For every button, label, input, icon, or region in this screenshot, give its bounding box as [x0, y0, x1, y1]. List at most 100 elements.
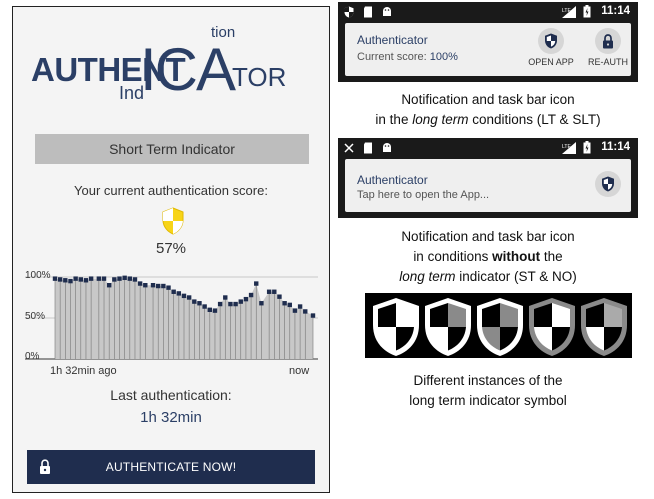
open-app-action[interactable]: OPEN APP — [521, 28, 581, 67]
chart-point — [217, 301, 223, 307]
notification-subtitle: Tap here to open the App... — [357, 189, 490, 201]
signal-icon: LTE — [562, 6, 576, 18]
chart-point — [266, 289, 272, 294]
chart-point — [287, 302, 292, 308]
chart-point — [186, 295, 192, 300]
last-authentication-value: 1h 32min — [140, 409, 202, 426]
chart-point — [238, 299, 243, 304]
score-prefix: Current score: — [357, 51, 427, 63]
score-number: 100% — [429, 51, 458, 63]
chart-point — [127, 276, 133, 281]
caption-text: conditions (LT & SLT) — [472, 112, 601, 127]
chart-point — [223, 295, 228, 300]
chart-point — [117, 276, 122, 281]
shield-status-icon — [344, 6, 354, 18]
authenticate-now-button[interactable]: AUTHENTICATE NOW! — [27, 450, 315, 484]
chart-point — [282, 301, 287, 306]
chart-point — [83, 278, 89, 283]
short-term-indicator-bar: Short Term Indicator — [35, 134, 309, 164]
x-label-start: 1h 32min ago — [50, 365, 117, 377]
chart-point — [57, 277, 63, 282]
battery-icon — [583, 5, 591, 18]
chart-point — [88, 276, 94, 281]
caption-line: long term indicator symbol — [409, 393, 567, 408]
score-label: Your current authentication score: — [74, 183, 268, 198]
chart-point — [78, 277, 83, 282]
shield-icon — [538, 28, 564, 54]
caption-text: indicator (ST & NO) — [459, 269, 577, 284]
svg-text:LTE: LTE — [562, 8, 571, 14]
caption-line: long term indicator (ST & NO) — [338, 267, 638, 287]
shield-icon — [162, 207, 184, 235]
chart-point — [166, 285, 171, 290]
chart-point — [277, 294, 282, 299]
caption-bold: without — [492, 249, 541, 264]
score-value: 57% — [155, 240, 187, 257]
re-auth-action[interactable]: RE-AUTH — [583, 28, 633, 67]
chart-point — [254, 281, 259, 286]
caption-long-term: Notification and task bar icon in the lo… — [338, 90, 638, 130]
chart-point — [161, 283, 166, 289]
chart-point — [212, 308, 218, 313]
chart-point — [207, 307, 212, 312]
android-icon — [383, 7, 391, 16]
shield-icon — [477, 298, 523, 356]
notification-subtitle: Current score: 100% — [357, 51, 458, 63]
status-time: 11:14 — [601, 141, 630, 153]
caption-text: in the — [375, 112, 409, 127]
app-screen: AUTHENT ICA TOR tion Ind Short Term Indi… — [12, 6, 330, 493]
chart-point — [171, 289, 176, 294]
chart-point — [292, 308, 298, 313]
caption-line: in the long term conditions (LT & SLT) — [338, 110, 638, 130]
y-label-100: 100% — [25, 270, 51, 281]
logo-superscript: tion — [211, 24, 236, 41]
notification-title: Authenticator — [357, 33, 428, 47]
caption-symbols: Different instances of the long term ind… — [338, 371, 638, 411]
logo-subscript: Ind — [119, 83, 145, 103]
chart-point — [192, 299, 197, 304]
chart-point — [96, 276, 102, 281]
chart-point — [243, 296, 249, 302]
android-icon — [383, 143, 391, 152]
close-icon — [344, 143, 354, 153]
chart-point — [156, 283, 161, 289]
caption-emphasis: long term — [412, 112, 469, 127]
chart-point — [68, 278, 73, 284]
y-label-50: 50% — [25, 311, 45, 322]
caption-emphasis: long term — [399, 269, 456, 284]
chart-point — [259, 301, 264, 306]
signal-icon: LTE — [562, 142, 576, 154]
open-app-label: OPEN APP — [528, 57, 574, 67]
status-bar: LTE 11:14 — [338, 138, 638, 158]
lock-icon — [595, 28, 621, 54]
re-auth-label: RE-AUTH — [588, 57, 628, 67]
notification-card[interactable]: Authenticator Tap here to open the App..… — [345, 159, 631, 212]
notification-card[interactable]: Authenticator Current score: 100% OPEN A… — [345, 23, 631, 76]
chart-point — [272, 289, 277, 294]
chart-point — [150, 283, 156, 288]
lock-icon — [40, 459, 50, 474]
logo-part-tor: TOR — [232, 62, 287, 92]
app-logo: AUTHENT ICA TOR tion Ind — [13, 7, 329, 117]
chart-point — [122, 275, 127, 281]
chart-point — [106, 283, 112, 288]
svg-text:LTE: LTE — [562, 144, 571, 150]
notification-title: Authenticator — [357, 173, 428, 187]
sd-card-icon — [364, 6, 372, 18]
open-app-action[interactable] — [593, 171, 623, 200]
logo-part-ica: ICA — [140, 36, 236, 103]
caption-line: in conditions without the — [338, 247, 638, 267]
chart-point — [137, 281, 143, 286]
long-term-notification-screenshot: LTE 11:14 Authenticator Current score: 1… — [338, 2, 638, 82]
chart-point — [233, 301, 238, 307]
score-history-chart: 100% 50% 0% 1h 32min ago now — [25, 270, 318, 377]
shield-icon — [373, 298, 419, 356]
chart-point — [228, 301, 233, 307]
caption-text: the — [543, 249, 563, 264]
chart-point — [73, 276, 78, 281]
chart-point — [101, 276, 107, 281]
short-term-notification-screenshot: LTE 11:14 Authenticator Tap here to open… — [338, 138, 638, 218]
chart-point — [248, 292, 254, 298]
caption-line: Notification and task bar icon — [401, 92, 575, 107]
status-bar: LTE 11:14 — [338, 2, 638, 22]
